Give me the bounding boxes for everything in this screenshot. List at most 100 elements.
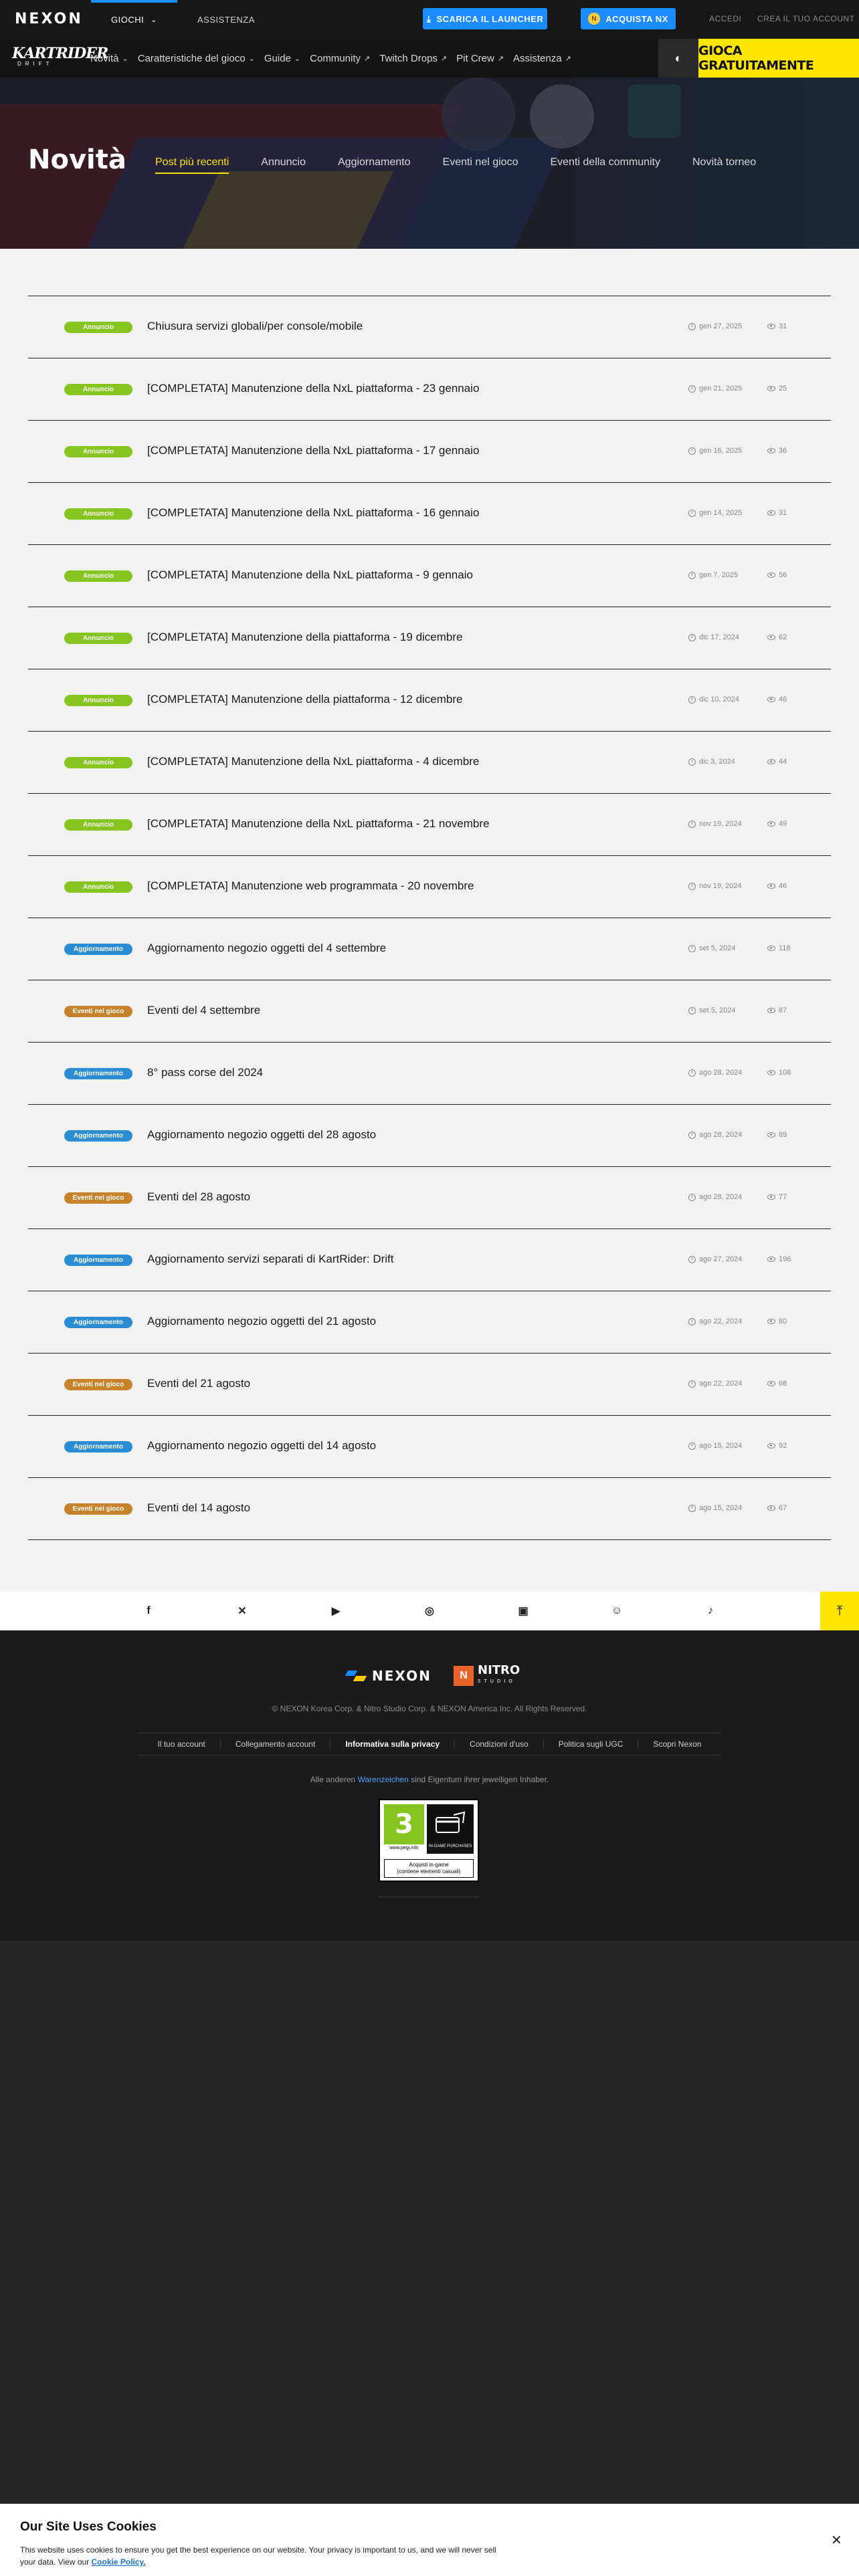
tab-latest-posts[interactable]: Post più recenti <box>155 156 229 174</box>
footer-link-ugc[interactable]: Politica sugli UGC <box>544 1739 639 1749</box>
login-link[interactable]: ACCEDI <box>709 14 741 23</box>
news-row[interactable]: Annuncio [COMPLETATA] Manutenzione della … <box>28 669 831 732</box>
news-title[interactable]: Eventi del 4 settembre <box>147 1004 260 1017</box>
create-account-link[interactable]: CREA IL TUO ACCOUNT <box>757 14 855 23</box>
nitro-logo-sub: STUDIO <box>478 1679 516 1684</box>
news-row[interactable]: Annuncio [COMPLETATA] Manutenzione della … <box>28 358 831 421</box>
twitch-icon[interactable]: ▣ <box>515 1603 531 1619</box>
kartrider-logo[interactable]: KARTRIDER DRIFT <box>12 45 108 72</box>
eye-icon <box>767 386 775 391</box>
news-title[interactable]: [COMPLETATA] Manutenzione della piattafo… <box>147 631 462 644</box>
game-nav-pit-crew[interactable]: Pit Crew ↗ <box>456 53 504 64</box>
news-row[interactable]: Aggiornamento Aggiornamento negozio ogget… <box>28 1291 831 1354</box>
footer-nitro-logo[interactable]: N NITRO STUDIO <box>454 1665 520 1687</box>
news-title[interactable]: [COMPLETATA] Manutenzione della NxL piat… <box>147 568 473 582</box>
nexon-logo[interactable]: NEXON <box>15 11 83 27</box>
news-date: ago 22, 2024 <box>688 1317 742 1325</box>
tab-updates[interactable]: Aggiornamento <box>338 156 411 174</box>
news-row[interactable]: Eventi nel gioco Eventi del 14 agosto ago … <box>28 1478 831 1540</box>
download-launcher-button[interactable]: ⤓ SCARICA IL LAUNCHER <box>423 8 547 29</box>
news-title[interactable]: Eventi del 21 agosto <box>147 1377 250 1390</box>
news-title[interactable]: Aggiornamento servizi separati di KartRi… <box>147 1253 393 1266</box>
footer-link-privacy[interactable]: Informativa sulla privacy <box>330 1739 456 1749</box>
news-title[interactable]: Chiusura servizi globali/per console/mob… <box>147 320 363 333</box>
news-views-count: 49 <box>779 820 787 828</box>
x-icon[interactable]: ✕ <box>234 1603 250 1619</box>
footer-link-about[interactable]: Scopri Nexon <box>638 1739 716 1749</box>
news-row[interactable]: Annuncio [COMPLETATA] Manutenzione della … <box>28 732 831 794</box>
theme-toggle-button[interactable]: ◐ <box>658 39 698 78</box>
news-row[interactable]: Annuncio [COMPLETATA] Manutenzione della … <box>28 483 831 545</box>
discord-icon[interactable]: ☺ <box>609 1603 625 1619</box>
game-nav-label: Guide <box>264 52 291 64</box>
news-date: nov 19, 2024 <box>688 820 742 828</box>
news-row[interactable]: Annuncio [COMPLETATA] Manutenzione web pr… <box>28 856 831 918</box>
back-to-top-button[interactable]: ⤒ <box>820 1592 859 1630</box>
news-row[interactable]: Aggiornamento Aggiornamento negozio ogget… <box>28 1416 831 1478</box>
news-title[interactable]: Eventi del 14 agosto <box>147 1501 250 1515</box>
buy-nx-button[interactable]: N ACQUISTA NX <box>581 8 676 29</box>
instagram-icon[interactable]: ◎ <box>421 1603 438 1619</box>
news-date-text: ago 27, 2024 <box>699 1255 743 1263</box>
news-row[interactable]: Eventi nel gioco Eventi del 28 agosto ago … <box>28 1167 831 1229</box>
footer-nexon-logo[interactable]: NEXON <box>345 1668 432 1684</box>
game-nav-news[interactable]: Novità ⌄ <box>90 53 128 64</box>
external-link-icon: ↗ <box>565 54 571 63</box>
news-row[interactable]: Annuncio [COMPLETATA] Manutenzione della … <box>28 607 831 669</box>
play-free-button[interactable]: GIOCA GRATUITAMENTE <box>698 39 859 78</box>
clock-icon <box>688 633 696 641</box>
news-row[interactable]: Annuncio Chiusura servizi globali/per con… <box>28 296 831 358</box>
news-title[interactable]: [COMPLETATA] Manutenzione della piattafo… <box>147 693 462 706</box>
close-icon[interactable]: ✕ <box>831 2532 842 2549</box>
news-title[interactable]: 8° pass corse del 2024 <box>147 1066 263 1079</box>
game-nav-guides[interactable]: Guide ⌄ <box>264 53 300 64</box>
game-nav-support[interactable]: Assistenza ↗ <box>513 53 571 64</box>
news-title[interactable]: [COMPLETATA] Manutenzione web programmat… <box>147 879 474 893</box>
topnav-games[interactable]: GIOCHI ⌄ <box>91 0 177 39</box>
tab-tournament-news[interactable]: Novità torneo <box>692 156 756 174</box>
news-row[interactable]: Aggiornamento 8° pass corse del 2024 ago 2… <box>28 1043 831 1105</box>
game-nav-twitch-drops[interactable]: Twitch Drops ↗ <box>379 53 447 64</box>
category-badge: Aggiornamento <box>64 1317 132 1328</box>
news-row[interactable]: Annuncio [COMPLETATA] Manutenzione della … <box>28 421 831 483</box>
tab-community-events[interactable]: Eventi della community <box>550 156 660 174</box>
facebook-icon[interactable]: f <box>140 1603 157 1619</box>
game-nav-features[interactable]: Caratteristiche del gioco ⌄ <box>138 53 255 64</box>
news-row[interactable]: Aggiornamento Aggiornamento negozio ogget… <box>28 1105 831 1167</box>
news-row[interactable]: Aggiornamento Aggiornamento servizi separ… <box>28 1229 831 1291</box>
tiktok-icon[interactable]: ♪ <box>702 1603 719 1619</box>
news-title[interactable]: [COMPLETATA] Manutenzione della NxL piat… <box>147 382 479 395</box>
news-title[interactable]: [COMPLETATA] Manutenzione della NxL piat… <box>147 506 479 520</box>
news-row[interactable]: Annuncio [COMPLETATA] Manutenzione della … <box>28 794 831 856</box>
footer-link-terms[interactable]: Condizioni d'uso <box>455 1739 544 1749</box>
tab-ingame-events[interactable]: Eventi nel gioco <box>443 156 518 174</box>
tab-announcements[interactable]: Annuncio <box>261 156 306 174</box>
news-row[interactable]: Eventi nel gioco Eventi del 21 agosto ago … <box>28 1354 831 1416</box>
news-row[interactable]: Aggiornamento Aggiornamento negozio ogget… <box>28 918 831 980</box>
nx-coin-icon: N <box>588 13 601 25</box>
news-date-text: ago 28, 2024 <box>699 1131 743 1139</box>
news-title[interactable]: [COMPLETATA] Manutenzione della NxL piat… <box>147 755 479 768</box>
footer-link-account-linking[interactable]: Collegamento account <box>221 1739 331 1749</box>
news-views-count: 36 <box>779 447 787 455</box>
trademark-link[interactable]: Warenzeichen <box>358 1775 409 1784</box>
news-date: ago 22, 2024 <box>688 1380 742 1388</box>
news-title[interactable]: [COMPLETATA] Manutenzione della NxL piat… <box>147 817 490 831</box>
game-nav-community[interactable]: Community ↗ <box>310 53 370 64</box>
news-title[interactable]: Aggiornamento negozio oggetti del 21 ago… <box>147 1315 376 1328</box>
youtube-icon[interactable]: ▶ <box>328 1603 344 1619</box>
news-title[interactable]: Aggiornamento negozio oggetti del 4 sett… <box>147 942 386 955</box>
clock-icon <box>688 1131 696 1139</box>
news-title[interactable]: Aggiornamento negozio oggetti del 14 ago… <box>147 1439 376 1453</box>
news-row[interactable]: Annuncio [COMPLETATA] Manutenzione della … <box>28 545 831 607</box>
news-title[interactable]: [COMPLETATA] Manutenzione della NxL piat… <box>147 444 479 457</box>
topnav-support[interactable]: ASSISTENZA <box>177 0 275 39</box>
news-row[interactable]: Eventi nel gioco Eventi del 4 settembre se… <box>28 980 831 1043</box>
news-title[interactable]: Aggiornamento negozio oggetti del 28 ago… <box>147 1128 376 1142</box>
news-date-text: set 5, 2024 <box>699 1006 736 1014</box>
clock-icon <box>688 944 696 952</box>
news-title[interactable]: Eventi del 28 agosto <box>147 1190 250 1204</box>
footer-link-account[interactable]: Il tuo account <box>143 1739 221 1749</box>
cookie-policy-link[interactable]: Cookie Policy. <box>92 2557 146 2567</box>
game-nav-label: Twitch Drops <box>379 52 438 64</box>
